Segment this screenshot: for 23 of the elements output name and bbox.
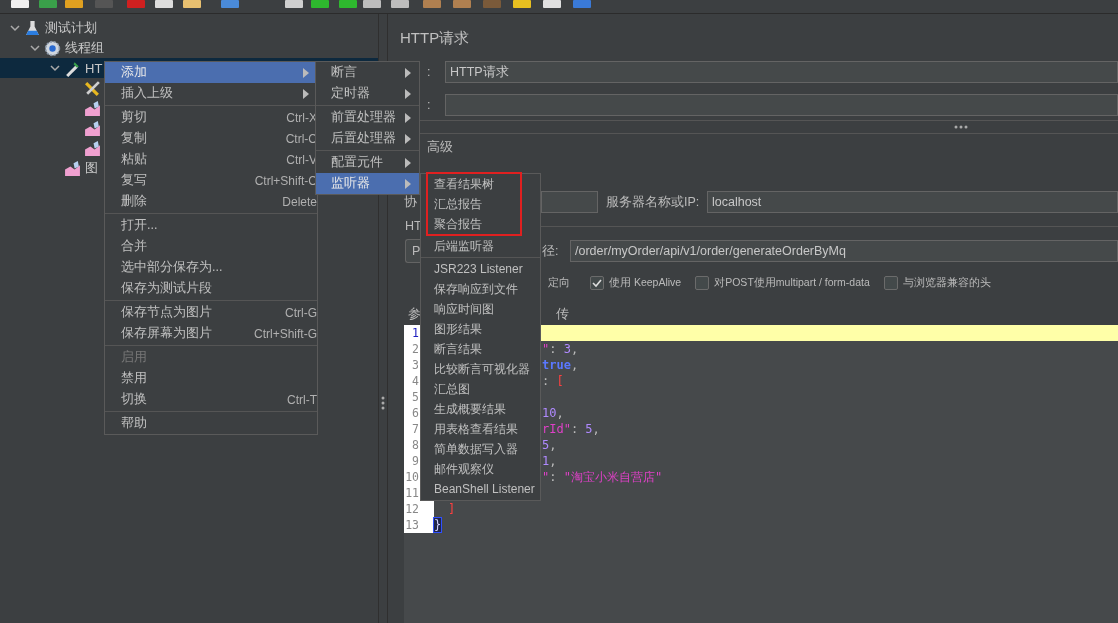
code-text: 5, [542,437,557,453]
code-text: } [434,517,442,533]
code-text: ": 3, [542,341,579,357]
field-label: 协 [403,193,417,211]
code-text: 1, [542,453,557,469]
code-text: 10, [542,405,564,421]
line-number: 12 [404,501,434,517]
code-text: ": "淘宝小米自营店" [542,469,663,485]
code-text: true, [542,357,579,373]
field-label: 径: [542,242,560,260]
panel-title: HTTP请求 [400,28,471,48]
code-text: rId": 5, [542,421,600,437]
code-text: : [ [542,373,564,389]
option-label: 使用 KeepAlive [609,276,682,290]
code-text: ] [448,501,456,517]
field-label: 服务器名称或IP: [606,193,701,211]
field-label: : [427,98,432,112]
group-title: HT [404,219,422,233]
option-label: 与浏览器兼容的头 [902,276,991,290]
line-number: 13 [404,517,434,533]
field-label: : [427,65,432,79]
option-label: 对POST使用multipart / form-data [714,276,870,290]
option-label: 定向 [548,276,570,290]
